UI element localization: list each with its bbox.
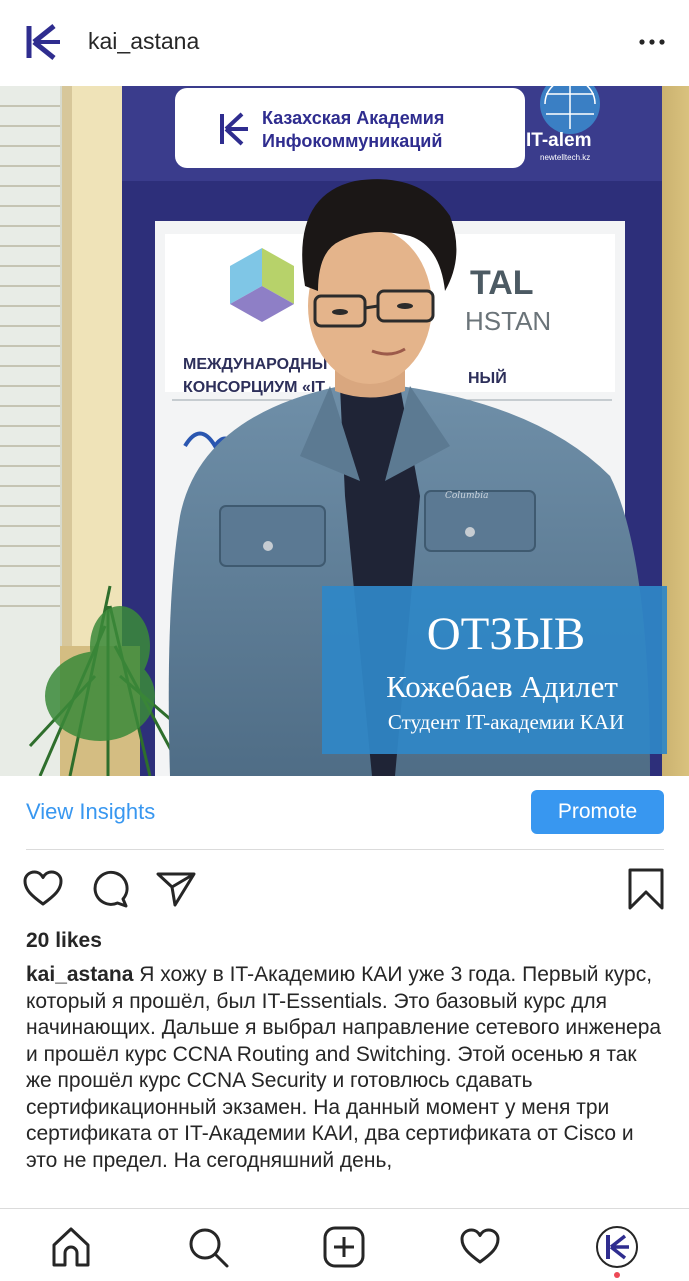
partner-logo-text: IT-alem bbox=[526, 130, 591, 151]
view-insights-link[interactable]: View Insights bbox=[26, 799, 155, 825]
post-image[interactable]: Казахская Академия Инфокоммуникаций IT-a… bbox=[0, 86, 689, 776]
banner-title-line2: Инфокоммуникаций bbox=[262, 131, 442, 151]
overlay-title: ОТЗЫВ bbox=[427, 608, 586, 660]
poster-fragment-line1: МЕЖДУНАРОДНЫ bbox=[183, 356, 327, 373]
banner-title-line1: Казахская Академия bbox=[262, 108, 444, 128]
bookmark-icon[interactable] bbox=[625, 868, 667, 910]
poster-fragment-hstan: HSTAN bbox=[465, 306, 551, 336]
divider bbox=[26, 849, 664, 850]
bottom-tab-bar bbox=[0, 1208, 689, 1281]
search-icon[interactable] bbox=[186, 1225, 230, 1269]
add-post-icon[interactable] bbox=[322, 1225, 366, 1269]
post-header: kai_astana bbox=[0, 0, 689, 86]
more-dots-icon[interactable] bbox=[637, 30, 667, 54]
overlay-name: Кожебаев Адилет bbox=[386, 669, 618, 704]
post-image-illustration: Казахская Академия Инфокоммуникаций IT-a… bbox=[0, 86, 689, 776]
post-username[interactable]: kai_astana bbox=[88, 28, 199, 55]
partner-url-text: newtelltech.kz bbox=[540, 153, 590, 162]
heart-icon[interactable] bbox=[22, 868, 64, 910]
send-icon[interactable] bbox=[155, 868, 197, 910]
home-icon[interactable] bbox=[49, 1225, 93, 1269]
caption-text: Я хожу в IT-Академию КАИ уже 3 года. Пер… bbox=[26, 963, 662, 1172]
caption-username[interactable]: kai_astana bbox=[26, 963, 133, 986]
poster-fragment-line2: КОНСОРЦИУМ «IT bbox=[183, 379, 325, 396]
overlay-role: Студент IT-академии КАИ bbox=[388, 710, 624, 734]
review-overlay: ОТЗЫВ Кожебаев Адилет Студент IT-академи… bbox=[322, 586, 667, 754]
comment-icon[interactable] bbox=[89, 868, 131, 910]
likes-count[interactable]: 20 likes bbox=[26, 929, 102, 953]
activity-heart-icon[interactable] bbox=[458, 1225, 502, 1269]
post-caption: kai_astana Я хожу в IT-Академию КАИ уже … bbox=[26, 962, 666, 1174]
poster-fragment-tal: TAL bbox=[470, 264, 534, 302]
kai-logo-icon[interactable] bbox=[24, 22, 64, 62]
notification-dot bbox=[614, 1272, 620, 1278]
jacket-brand: Columbia bbox=[445, 491, 489, 501]
poster-fragment-line1b: НЫЙ bbox=[468, 368, 507, 387]
promote-button[interactable]: Promote bbox=[531, 790, 664, 834]
profile-avatar-icon[interactable] bbox=[595, 1225, 639, 1269]
